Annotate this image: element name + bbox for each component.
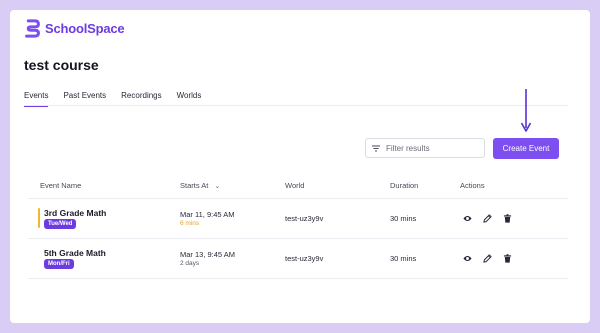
upcoming-indicator [38, 208, 40, 228]
schoolspace-logo-icon [25, 19, 40, 38]
duration: 30 mins [390, 214, 417, 223]
start-relative: 6 mins [180, 220, 200, 227]
world-name: test-uz3y9v [285, 254, 324, 263]
row-divider [28, 238, 568, 239]
down-arrow-icon [520, 89, 532, 132]
row-divider [28, 278, 568, 279]
start-time: Mar 11, 9:45 AM [180, 210, 235, 219]
brand-logo[interactable]: SchoolSpace [24, 19, 125, 38]
event-name: 3rd Grade Math [44, 208, 107, 218]
chevron-down-icon[interactable]: ⌄ [214, 182, 220, 190]
start-time: Mar 13, 9:45 AM [180, 250, 236, 259]
tabs-divider [24, 105, 568, 106]
header-actions: Actions [460, 181, 485, 190]
pencil-icon[interactable] [483, 254, 492, 263]
pencil-icon[interactable] [483, 214, 492, 223]
brand-name: SchoolSpace [45, 21, 125, 36]
header-event-name: Event Name [40, 181, 82, 190]
event-name: 5th Grade Math [44, 248, 106, 258]
filter-field[interactable] [365, 138, 485, 158]
world-name: test-uz3y9v [285, 214, 324, 223]
header-starts-at-label: Starts At [180, 181, 209, 190]
header-starts-at[interactable]: Starts At ⌄ [180, 181, 220, 190]
header-world: World [285, 181, 305, 190]
days-badge: Tue/Wed [44, 219, 77, 229]
start-relative: 2 days [180, 260, 200, 267]
create-event-button[interactable]: Create Event [493, 138, 559, 159]
days-badge: Mon/Fri [44, 259, 74, 269]
page-title: test course [24, 57, 99, 73]
trash-icon[interactable] [503, 214, 512, 223]
header-divider [28, 198, 568, 199]
duration: 30 mins [390, 254, 417, 263]
eye-icon[interactable] [463, 254, 472, 263]
header-duration: Duration [390, 181, 419, 190]
trash-icon[interactable] [503, 254, 512, 263]
filter-input[interactable] [386, 143, 476, 153]
page-card: SchoolSpace test course Events Past Even… [10, 10, 590, 323]
eye-icon[interactable] [463, 214, 472, 223]
filter-icon [372, 145, 380, 151]
